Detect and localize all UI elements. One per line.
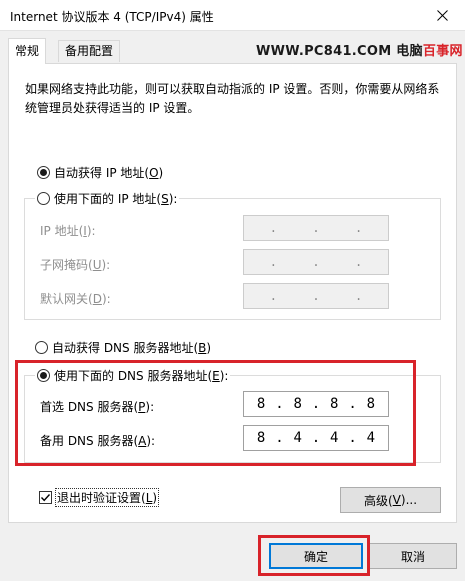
advanced-button[interactable]: 高级(V)... bbox=[340, 487, 441, 513]
alternate-dns-field[interactable]: 8.4.4.4 bbox=[243, 425, 389, 451]
subnet-mask-label: 子网掩码(U): bbox=[40, 258, 111, 272]
site-watermark: WWW.PC841.COM 电脑百事网 bbox=[256, 40, 463, 59]
dns-auto-label: 自动获得 DNS 服务器地址(B) bbox=[52, 341, 212, 355]
watermark-brand-suffix: 百事网 bbox=[422, 44, 463, 59]
dns-auto-option[interactable]: 自动获得 DNS 服务器地址(B) bbox=[35, 339, 211, 356]
dns-auto-radio[interactable] bbox=[35, 341, 48, 354]
validate-on-exit-label: 退出时验证设置(L) bbox=[55, 488, 160, 507]
default-gateway-label: 默认网关(D): bbox=[40, 292, 111, 306]
ip-auto-label: 自动获得 IP 地址(O) bbox=[54, 166, 164, 180]
default-gateway-field: ... bbox=[243, 283, 389, 309]
window-title: Internet 协议版本 4 (TCP/IPv4) 属性 bbox=[10, 10, 214, 24]
cancel-button[interactable]: 取消 bbox=[369, 543, 457, 569]
validate-on-exit-option[interactable]: 退出时验证设置(L) bbox=[39, 488, 160, 507]
ip-manual-label: 使用下面的 IP 地址(S): bbox=[54, 192, 178, 206]
title-bar: Internet 协议版本 4 (TCP/IPv4) 属性 bbox=[0, 0, 465, 31]
close-icon bbox=[436, 9, 448, 21]
dns-manual-radio[interactable] bbox=[37, 369, 50, 382]
close-button[interactable] bbox=[419, 0, 465, 30]
checkmark-icon bbox=[40, 494, 51, 502]
subnet-mask-field: ... bbox=[243, 249, 389, 275]
preferred-dns-field[interactable]: 8.8.8.8 bbox=[243, 391, 389, 417]
description-text: 如果网络支持此功能，则可以获取自动指派的 IP 设置。否则，你需要从网络系统管理… bbox=[25, 82, 440, 115]
general-tab-panel: 如果网络支持此功能，则可以获取自动指派的 IP 设置。否则，你需要从网络系统管理… bbox=[8, 63, 457, 523]
dns-manual-label: 使用下面的 DNS 服务器地址(E): bbox=[54, 369, 229, 383]
ip-address-field: ... bbox=[243, 215, 389, 241]
tab-alternate-config[interactable]: 备用配置 bbox=[58, 40, 121, 62]
tab-general[interactable]: 常规 bbox=[8, 38, 47, 64]
watermark-site: WWW.PC841.COM bbox=[256, 44, 392, 59]
ip-auto-radio[interactable] bbox=[37, 166, 50, 179]
preferred-dns-label: 首选 DNS 服务器(P): bbox=[40, 400, 155, 414]
ok-button[interactable]: 确定 bbox=[269, 543, 363, 569]
ip-address-label: IP 地址(I): bbox=[40, 224, 96, 238]
dns-manual-option[interactable]: 使用下面的 DNS 服务器地址(E): bbox=[35, 367, 231, 384]
validate-on-exit-checkbox[interactable] bbox=[39, 491, 52, 504]
ip-manual-radio[interactable] bbox=[37, 192, 50, 205]
alternate-dns-label: 备用 DNS 服务器(A): bbox=[40, 434, 156, 448]
ip-auto-option[interactable]: 自动获得 IP 地址(O) bbox=[37, 164, 163, 181]
ip-manual-option[interactable]: 使用下面的 IP 地址(S): bbox=[35, 190, 180, 207]
watermark-brand-prefix: 电脑 bbox=[396, 44, 423, 59]
